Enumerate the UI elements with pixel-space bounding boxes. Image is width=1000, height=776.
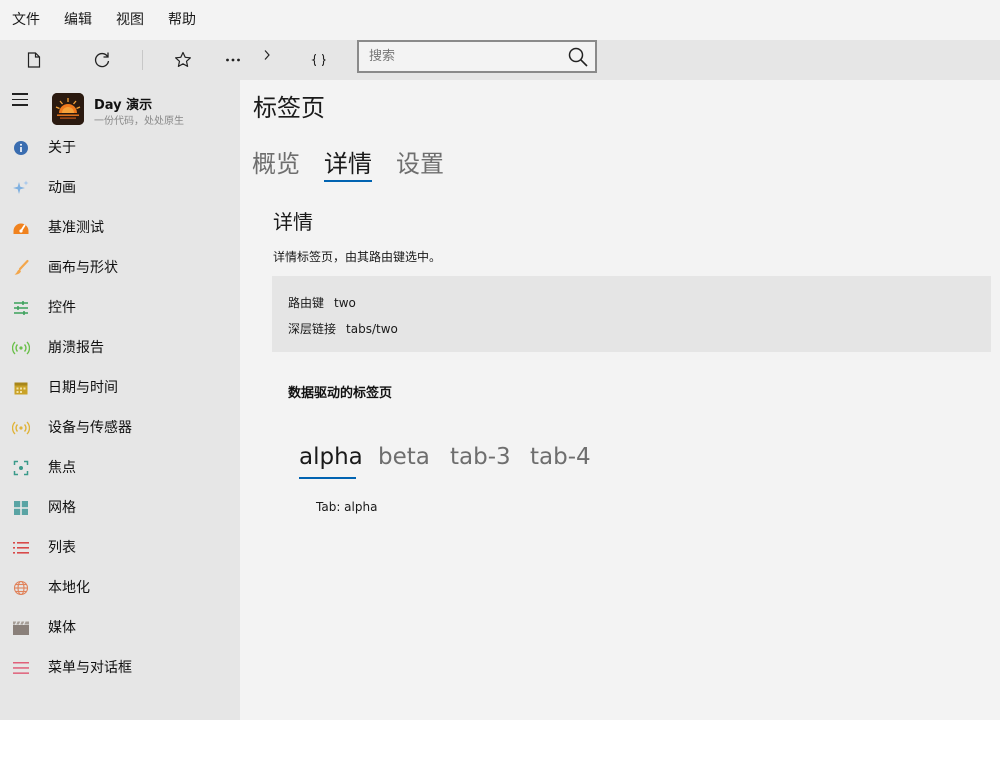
menu-bar: 文件 编辑 视图 帮助 — [0, 0, 1000, 40]
main-content: 标签页 概览 详情 设置 详情 详情标签页，由其路由键选中。 路由键 two 深层… — [240, 80, 1000, 720]
sidebar-item-focus[interactable]: 焦点 — [0, 448, 240, 488]
sidebar-item-label: 崩溃报告 — [48, 340, 104, 356]
sensor-icon — [12, 419, 30, 437]
sidebar-item-label: 设备与传感器 — [48, 420, 132, 436]
sidebar-item-controls[interactable]: 控件 — [0, 288, 240, 328]
new-file-button[interactable] — [18, 40, 50, 80]
sidebar-item-label: 控件 — [48, 300, 76, 316]
calendar-icon — [12, 379, 30, 397]
sidebar-item-canvas[interactable]: 画布与形状 — [0, 248, 240, 288]
gauge-icon — [12, 219, 30, 237]
menu-icon — [12, 659, 30, 677]
sidebar-item-about[interactable]: 关于 — [0, 128, 240, 168]
star-icon — [175, 51, 191, 67]
search-input[interactable] — [369, 42, 559, 71]
menu-file[interactable]: 文件 — [0, 0, 52, 40]
more-icon — [226, 58, 240, 62]
sidebar-item-menus-dialogs[interactable]: 菜单与对话框 — [0, 648, 240, 688]
deep-link-row: 深层链接 tabs/two — [288, 320, 398, 337]
data-tab-4[interactable]: tab-4 — [530, 444, 591, 470]
data-tab-3[interactable]: tab-3 — [450, 444, 511, 470]
route-info-panel: 路由键 two 深层链接 tabs/two — [272, 276, 991, 352]
search-icon — [568, 47, 588, 67]
sidebar-item-list[interactable]: 列表 — [0, 528, 240, 568]
page-title: 标签页 — [253, 94, 325, 122]
list-icon — [12, 539, 30, 557]
app-logo — [52, 93, 84, 125]
hamburger-menu-icon[interactable] — [12, 93, 28, 107]
sidebar-item-localization[interactable]: 本地化 — [0, 568, 240, 608]
sidebar-item-label: 关于 — [48, 140, 76, 156]
app-subtitle: 一份代码，处处原生 — [94, 116, 184, 127]
sidebar-item-media[interactable]: 媒体 — [0, 608, 240, 648]
route-key-value: two — [334, 296, 356, 310]
menu-help[interactable]: 帮助 — [156, 0, 208, 40]
menu-view[interactable]: 视图 — [104, 0, 156, 40]
app-title: Day 演示 — [94, 98, 153, 113]
sidebar-item-grid[interactable]: 网格 — [0, 488, 240, 528]
sidebar-item-crash-report[interactable]: 崩溃报告 — [0, 328, 240, 368]
sidebar-item-label: 媒体 — [48, 620, 76, 636]
menu-edit[interactable]: 编辑 — [52, 0, 104, 40]
globe-icon — [12, 579, 30, 597]
tab-settings[interactable]: 设置 — [396, 144, 444, 179]
favorite-button[interactable] — [167, 40, 199, 80]
sidebar-item-label: 网格 — [48, 500, 76, 516]
search-box — [357, 40, 597, 73]
sidebar-item-label: 基准测试 — [48, 220, 104, 236]
broadcast-icon — [12, 339, 30, 357]
deep-link-value: tabs/two — [346, 322, 398, 336]
route-key-label: 路由键 — [288, 296, 325, 310]
sunrise-logo-icon — [52, 93, 84, 125]
deep-link-label: 深层链接 — [288, 322, 337, 336]
active-tab-indicator — [324, 180, 372, 182]
info-icon — [12, 139, 30, 157]
active-data-tab-indicator — [299, 477, 356, 479]
code-button[interactable] — [303, 40, 335, 80]
data-tab-content: Tab: alpha — [316, 500, 378, 514]
refresh-button[interactable] — [86, 40, 118, 80]
data-tabs-title: 数据驱动的标签页 — [288, 386, 393, 401]
toolbar — [0, 40, 1000, 80]
section-description: 详情标签页，由其路由键选中。 — [273, 250, 442, 264]
forward-button[interactable] — [251, 35, 283, 75]
clapper-icon — [12, 619, 30, 637]
sidebar: Day 演示 一份代码，处处原生 关于 动画 基准测试 画布与形状 控件 崩溃报… — [0, 80, 240, 720]
new-file-icon — [27, 52, 41, 68]
sidebar-item-label: 动画 — [48, 180, 76, 196]
sliders-icon — [12, 299, 30, 317]
brush-icon — [12, 259, 30, 277]
search-button[interactable] — [567, 46, 589, 68]
more-button[interactable] — [217, 40, 249, 80]
section-title: 详情 — [273, 210, 313, 234]
sidebar-item-label: 日期与时间 — [48, 380, 118, 396]
chevron-right-icon — [264, 50, 270, 60]
sidebar-item-label: 焦点 — [48, 460, 76, 476]
sidebar-item-devices[interactable]: 设备与传感器 — [0, 408, 240, 448]
tab-overview[interactable]: 概览 — [252, 144, 300, 179]
focus-icon — [12, 459, 30, 477]
sidebar-item-label: 列表 — [48, 540, 76, 556]
sparkle-icon — [12, 179, 30, 197]
sidebar-item-label: 本地化 — [48, 580, 90, 596]
refresh-icon — [94, 52, 110, 68]
tab-details[interactable]: 详情 — [324, 144, 372, 179]
sidebar-item-animation[interactable]: 动画 — [0, 168, 240, 208]
braces-icon — [311, 53, 326, 67]
sidebar-item-label: 菜单与对话框 — [48, 660, 132, 676]
sidebar-item-datetime[interactable]: 日期与时间 — [0, 368, 240, 408]
data-tab-beta[interactable]: beta — [378, 444, 430, 470]
toolbar-separator — [142, 50, 143, 70]
data-tab-alpha[interactable]: alpha — [299, 444, 363, 470]
route-key-row: 路由键 two — [288, 294, 356, 311]
grid-icon — [12, 499, 30, 517]
sidebar-item-benchmark[interactable]: 基准测试 — [0, 208, 240, 248]
sidebar-nav: 关于 动画 基准测试 画布与形状 控件 崩溃报告 日期与时间 设备与传感器 焦点… — [0, 128, 240, 688]
sidebar-item-label: 画布与形状 — [48, 260, 118, 276]
